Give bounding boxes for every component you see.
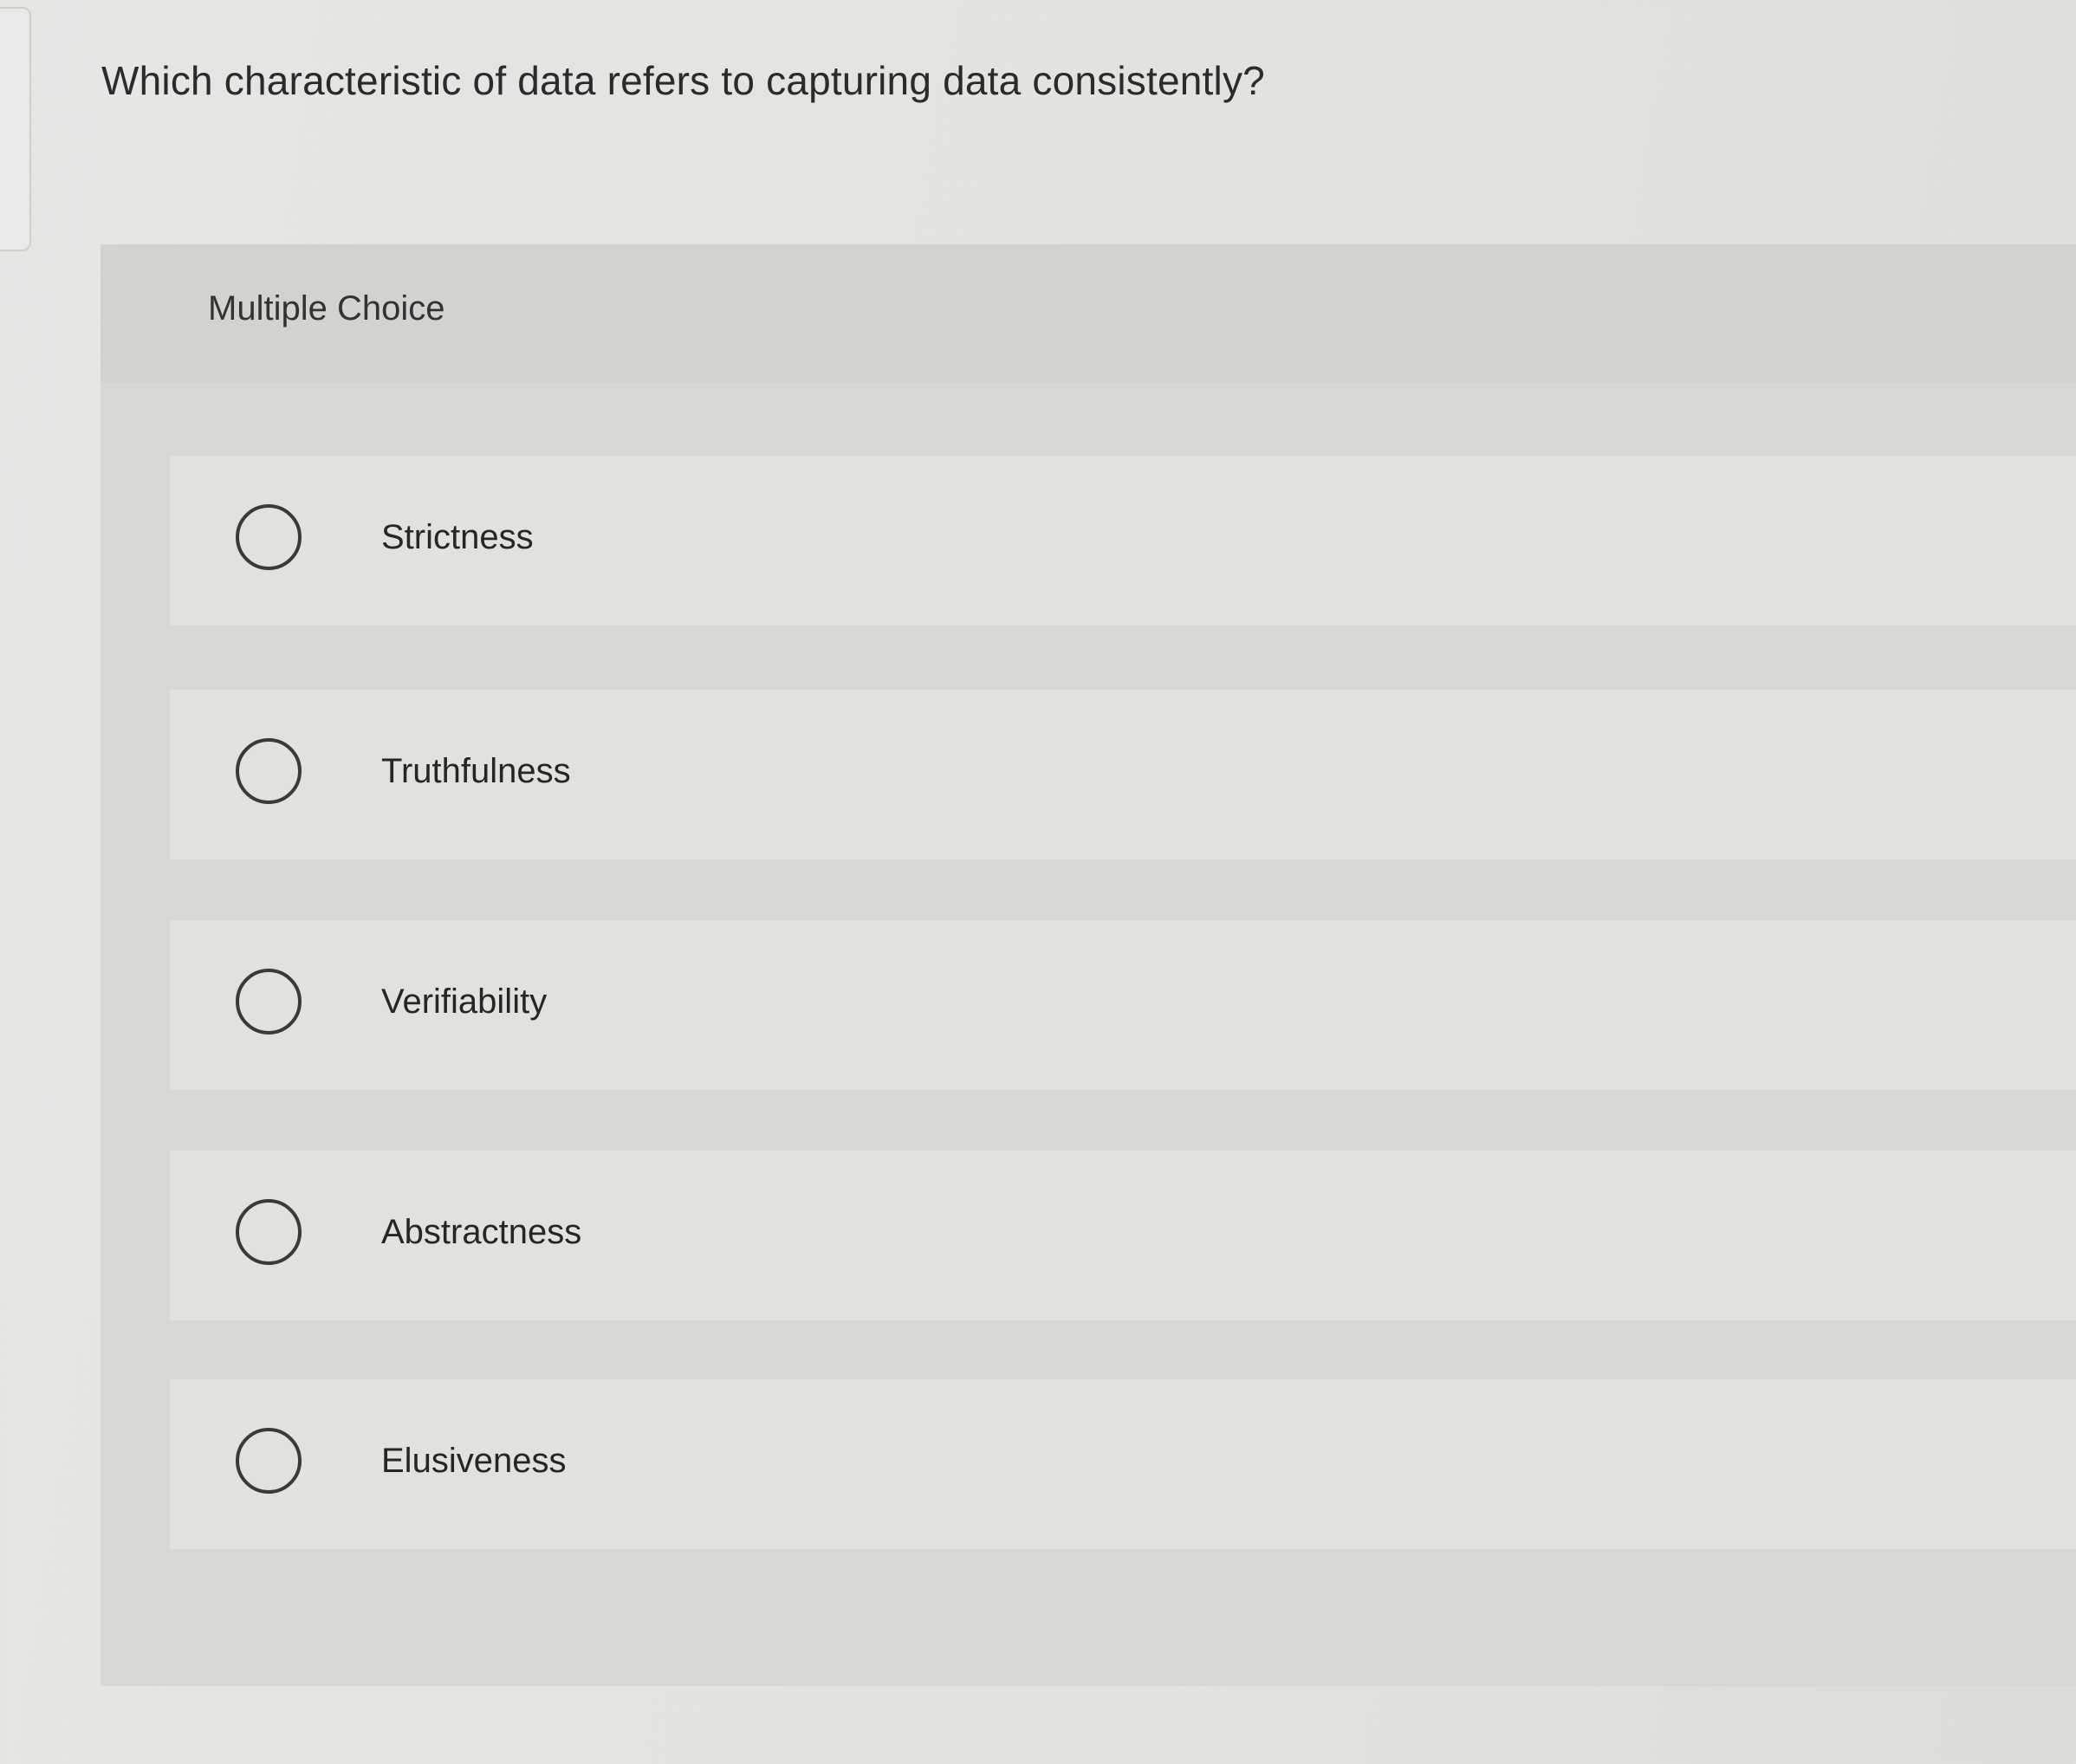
choice-option-truthfulness[interactable]: Truthfulness [170, 690, 2076, 859]
question-panel: Multiple Choice Strictness Truthfulness … [101, 244, 2076, 1686]
question-type-label: Multiple Choice [208, 289, 445, 328]
radio-button[interactable] [236, 969, 302, 1034]
choice-option-strictness[interactable]: Strictness [170, 456, 2076, 626]
radio-button[interactable] [236, 738, 302, 804]
choice-label: Truthfulness [381, 752, 571, 790]
question-text: Which characteristic of data refers to c… [101, 58, 1265, 103]
radio-button[interactable] [236, 1199, 302, 1265]
choice-option-verifiability[interactable]: Verifiability [170, 920, 2076, 1090]
side-tab [0, 7, 31, 251]
radio-button[interactable] [236, 1428, 302, 1494]
choice-option-elusiveness[interactable]: Elusiveness [170, 1379, 2076, 1549]
choice-label: Strictness [381, 518, 534, 556]
radio-button[interactable] [236, 504, 302, 570]
choice-label: Verifiability [381, 983, 548, 1021]
choice-option-abstractness[interactable]: Abstractness [170, 1151, 2076, 1320]
choice-label: Elusiveness [381, 1442, 567, 1480]
choice-label: Abstractness [381, 1213, 582, 1251]
panel-header: Multiple Choice [101, 244, 2076, 383]
